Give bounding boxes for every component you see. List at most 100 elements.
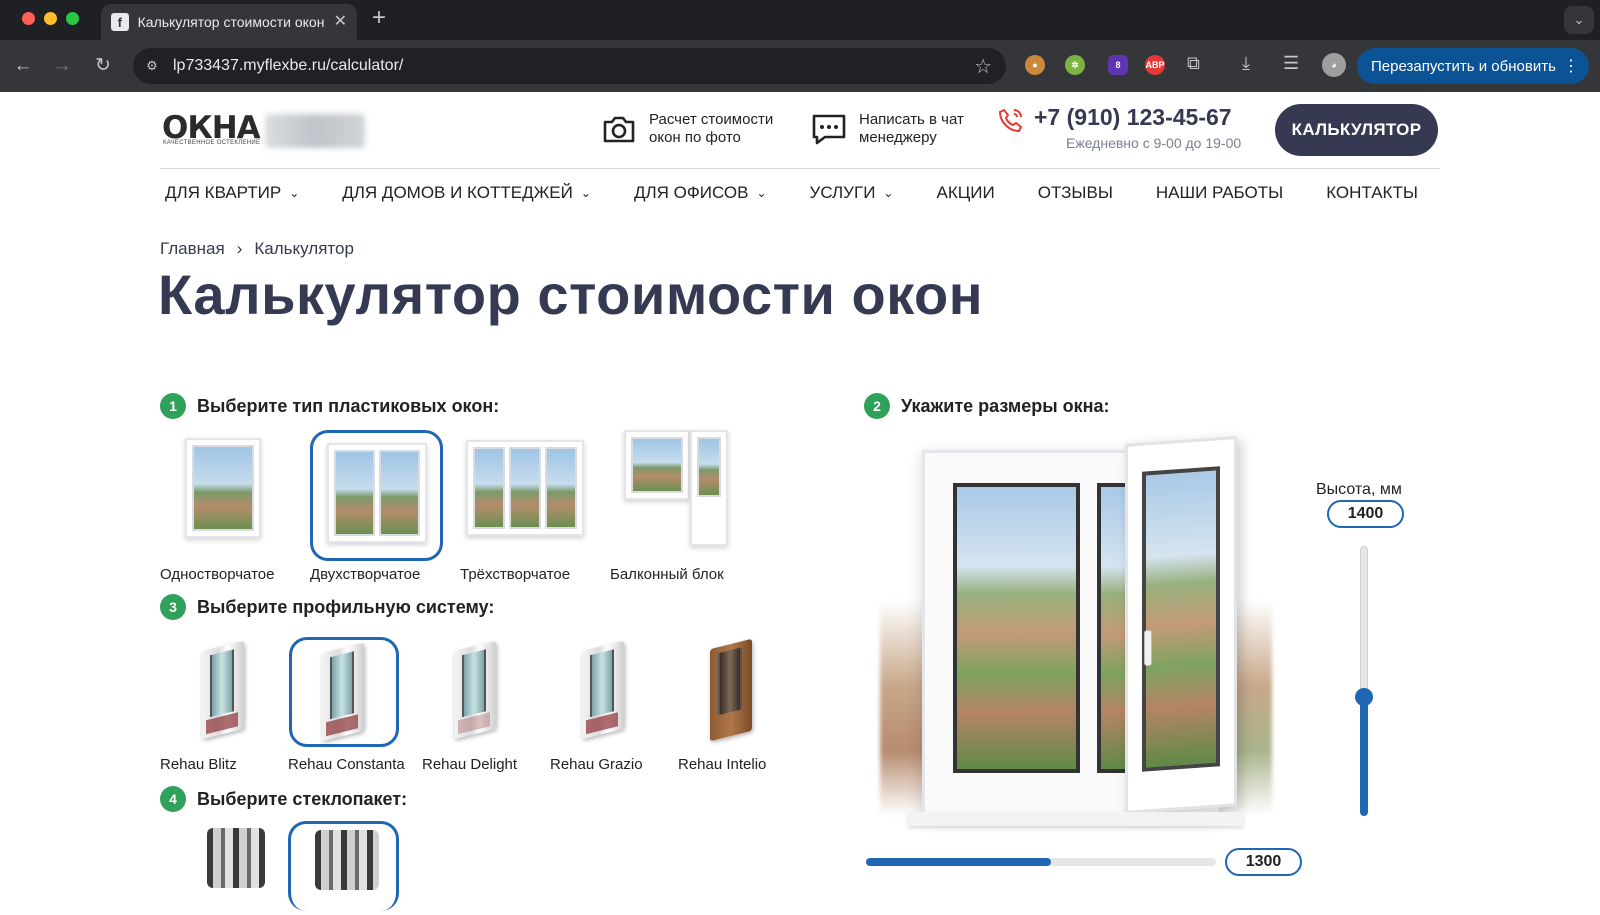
tab-title: Калькулятор стоимости окон: [137, 14, 324, 30]
site-info-icon[interactable]: ⚙: [141, 55, 163, 77]
calculator-button[interactable]: КАЛЬКУЛЯТОР: [1275, 104, 1438, 156]
glass-unit-option[interactable]: [207, 828, 265, 888]
phone-icon: [998, 108, 1023, 133]
back-icon[interactable]: ←: [11, 54, 35, 78]
profile-thumbnail: [676, 638, 784, 746]
chat-line1: Написать в чат: [859, 111, 964, 128]
chat-manager-link[interactable]: Написать в чат менеджеру: [811, 111, 964, 147]
photo-calc-link[interactable]: Расчет стоимости окон по фото: [601, 111, 773, 147]
chat-icon: [812, 114, 846, 145]
step-3-heading: 3 Выберите профильную систему:: [160, 594, 494, 620]
adblock-extension-icon[interactable]: ABP: [1145, 55, 1165, 75]
step-badge: 3: [160, 594, 186, 620]
reading-list-icon[interactable]: ☰: [1283, 53, 1299, 74]
menu-item-our-works[interactable]: НАШИ РАБОТЫ: [1156, 183, 1283, 203]
main-menu: ДЛЯ КВАРТИР ⌄ ДЛЯ ДОМОВ И КОТТЕДЖЕЙ ⌄ ДЛЯ …: [165, 183, 1418, 203]
address-bar[interactable]: ⚙ lp733437.myflexbe.ru/calculator/ ☆: [133, 48, 1006, 84]
step-title: Выберите стеклопакет:: [197, 788, 408, 809]
height-slider-handle[interactable]: [1355, 688, 1373, 706]
breadcrumb: Главная › Калькулятор: [160, 239, 354, 259]
bookmark-star-icon[interactable]: ☆: [974, 54, 992, 79]
active-tab[interactable]: f Калькулятор стоимости окон ✕: [101, 4, 357, 40]
profile-label: Rehau Delight: [422, 756, 518, 773]
reload-icon[interactable]: ↻: [91, 54, 115, 78]
photo-calc-line2: окон по фото: [649, 129, 741, 146]
tab-close-icon[interactable]: ✕: [334, 14, 347, 30]
chevron-down-icon: ⌄: [580, 186, 591, 200]
extension-badge: 8: [1115, 60, 1121, 70]
green-extension-icon[interactable]: ✲: [1065, 55, 1085, 75]
header-divider: [160, 168, 1440, 169]
profile-thumbnail: [548, 638, 656, 746]
purple-extension-icon[interactable]: 8: [1108, 55, 1128, 75]
glass-unit-option-selected[interactable]: [288, 821, 399, 911]
window-handle-icon: [1144, 630, 1152, 666]
step-2-heading: 2 Укажите размеры окна:: [864, 393, 1110, 419]
step-title: Выберите тип пластиковых окон:: [197, 395, 500, 416]
window-thumbnail-selected: [310, 430, 443, 561]
step-1-heading: 1 Выберите тип пластиковых окон:: [160, 393, 499, 419]
width-slider-fill: [866, 858, 1051, 866]
step-4-heading: 4 Выберите стеклопакет:: [160, 786, 407, 812]
zoom-window-button[interactable]: [66, 12, 79, 25]
browser-toolbar: ← → ↻ ⚙ lp733437.myflexbe.ru/calculator/…: [0, 40, 1600, 92]
window-type-label: Трёхстворчатое: [460, 566, 571, 583]
relaunch-label: Перезапустить и обновить: [1371, 57, 1556, 75]
menu-item-apartments[interactable]: ДЛЯ КВАРТИР ⌄: [165, 183, 299, 203]
page-content: ОКНА КАЧЕСТВЕННОЕ ОСТЕКЛЕНИЕ Расчет стои…: [0, 92, 1600, 911]
page-title: Калькулятор стоимости окон: [158, 263, 984, 326]
extensions-puzzle-icon[interactable]: ⧉: [1187, 53, 1200, 74]
menu-item-offices[interactable]: ДЛЯ ОФИСОВ ⌄: [634, 183, 767, 203]
logo-subtitle: КАЧЕСТВЕННОЕ ОСТЕКЛЕНИЕ: [163, 140, 261, 146]
relaunch-update-button[interactable]: Перезапустить и обновить ⋮: [1357, 48, 1589, 84]
window-thumbnail: [610, 430, 740, 554]
step-badge: 1: [160, 393, 186, 419]
tab-search-chevron-icon[interactable]: ⌄: [1564, 6, 1594, 34]
profile-label: Rehau Constanta: [288, 756, 405, 773]
window-type-label: Балконный блок: [610, 566, 724, 583]
profile-thumbnail-selected: [289, 637, 399, 747]
menu-item-promotions[interactable]: АКЦИИ: [936, 183, 994, 203]
step-title: Выберите профильную систему:: [197, 596, 495, 617]
profile-thumbnail: [168, 638, 276, 746]
cookie-extension-icon[interactable]: ●: [1025, 55, 1045, 75]
width-input[interactable]: 1300: [1225, 848, 1302, 876]
menu-item-services[interactable]: УСЛУГИ ⌄: [810, 183, 894, 203]
window-thumbnail: [160, 430, 285, 554]
breadcrumb-current: Калькулятор: [254, 239, 354, 258]
download-icon[interactable]: ⤓: [1242, 53, 1250, 74]
camera-icon: [603, 116, 635, 143]
window-type-label: Двухстворчатое: [310, 566, 421, 583]
window-type-label: Одностворчатое: [160, 566, 275, 583]
minimize-window-button[interactable]: [44, 12, 57, 25]
profile-label: Rehau Intelio: [678, 756, 767, 773]
step-badge: 4: [160, 786, 186, 812]
phone-number[interactable]: +7 (910) 123-45-67: [1034, 104, 1232, 131]
window-preview-image: [880, 436, 1290, 915]
new-tab-icon[interactable]: +: [372, 6, 386, 30]
close-window-button[interactable]: [22, 12, 35, 25]
chat-line2: менеджеру: [859, 129, 937, 146]
more-menu-icon[interactable]: ⋮: [1563, 56, 1579, 76]
profile-thumbnail: [420, 638, 528, 746]
chevron-down-icon: ⌄: [883, 186, 894, 200]
profile-avatar[interactable]: ◕: [1322, 53, 1346, 77]
breadcrumb-home-link[interactable]: Главная: [160, 239, 225, 259]
step-badge: 2: [864, 393, 890, 419]
flexbe-favicon-icon: f: [111, 13, 129, 31]
forward-icon[interactable]: →: [50, 54, 74, 78]
breadcrumb-separator-icon: ›: [236, 239, 243, 258]
menu-item-contacts[interactable]: КОНТАКТЫ: [1326, 183, 1418, 203]
height-input[interactable]: 1400: [1327, 500, 1404, 528]
adblock-label: ABP: [1145, 60, 1165, 70]
url-text[interactable]: lp733437.myflexbe.ru/calculator/: [173, 57, 403, 75]
photo-calc-line1: Расчет стоимости: [649, 111, 774, 128]
height-label: Высота, мм: [1316, 481, 1402, 498]
height-slider-fill: [1360, 696, 1368, 816]
step-title: Укажите размеры окна:: [901, 395, 1110, 416]
chevron-down-icon: ⌄: [289, 186, 300, 200]
blurred-logo-mark: [265, 114, 365, 148]
menu-item-houses[interactable]: ДЛЯ ДОМОВ И КОТТЕДЖЕЙ ⌄: [342, 183, 591, 203]
browser-tab-strip: f Калькулятор стоимости окон ✕ + ⌄: [0, 0, 1600, 40]
menu-item-reviews[interactable]: ОТЗЫВЫ: [1038, 183, 1113, 203]
